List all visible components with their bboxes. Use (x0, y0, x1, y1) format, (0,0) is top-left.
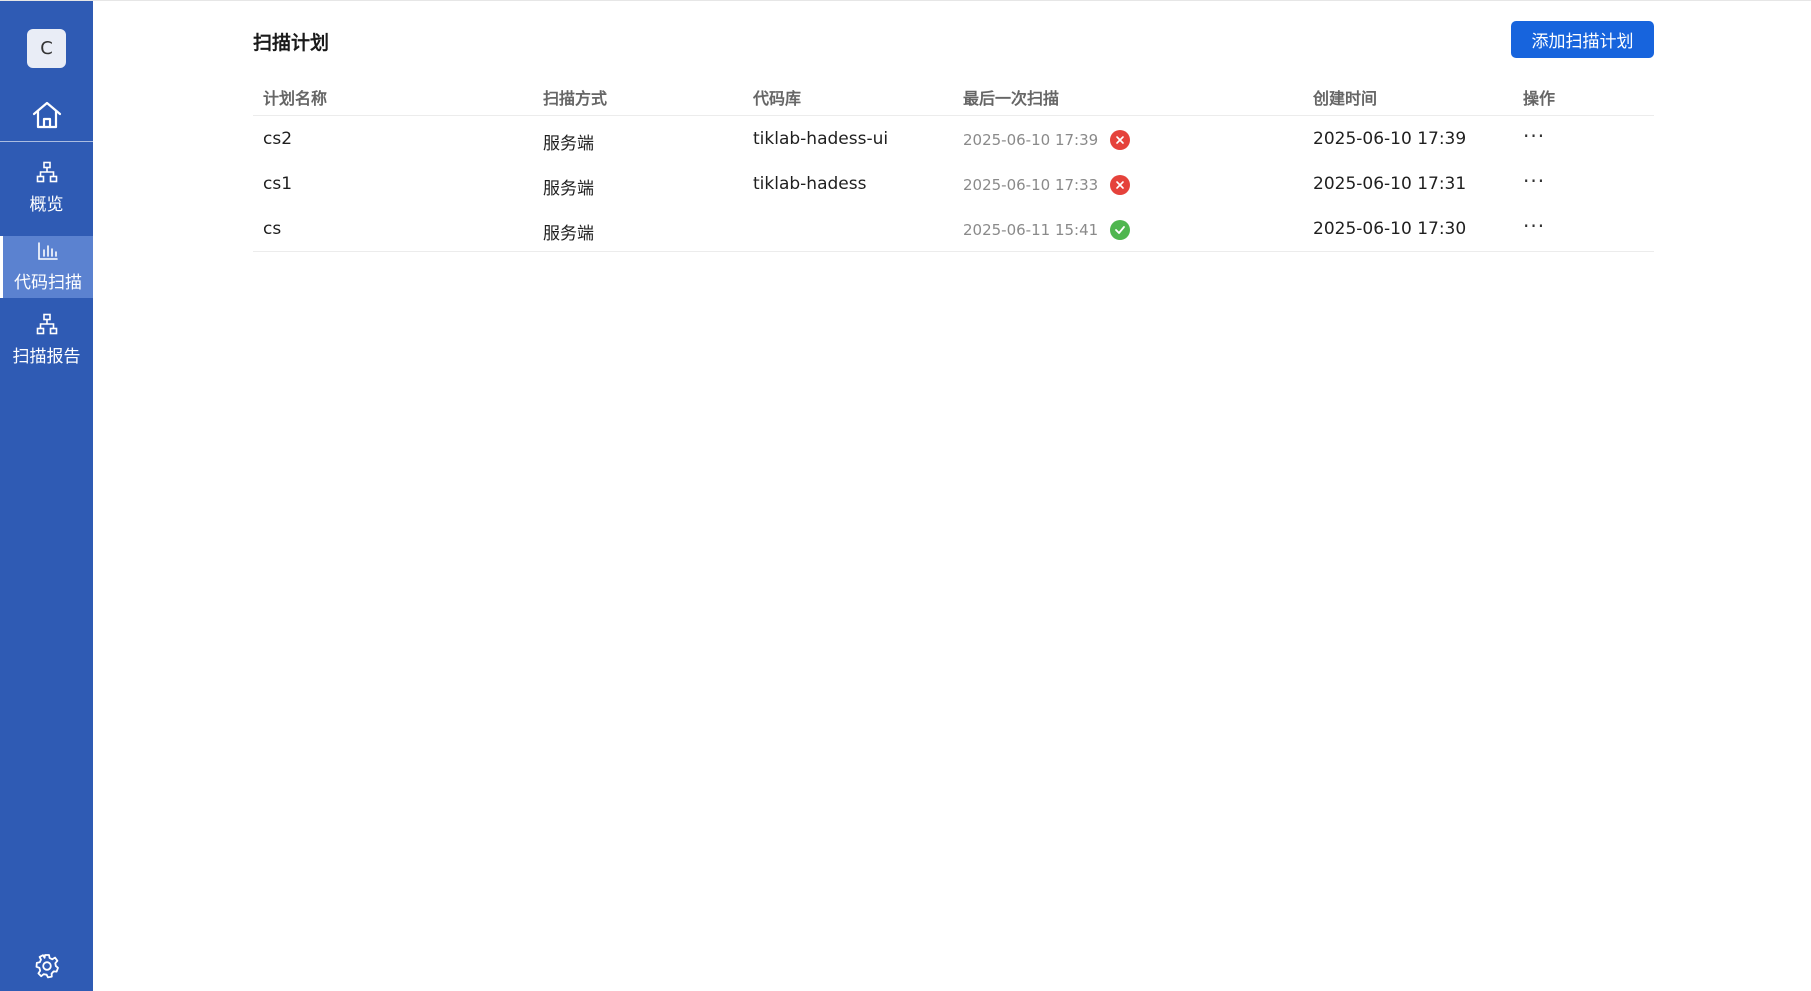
scan-plan-table: 计划名称 扫描方式 代码库 最后一次扫描 创建时间 操作 cs2 服务端 tik… (253, 73, 1654, 252)
scan-method: 服务端 (543, 134, 594, 154)
column-header-method: 扫描方式 (543, 89, 608, 108)
avatar[interactable]: C (27, 29, 66, 68)
last-scan-time: 2025-06-10 17:33 (963, 176, 1099, 194)
sidebar-item-overview[interactable]: 概览 (0, 157, 93, 219)
table-row[interactable]: cs2 服务端 tiklab-hadess-ui 2025-06-10 17:3… (253, 116, 1654, 161)
add-scan-plan-button[interactable]: 添加扫描计划 (1511, 21, 1654, 58)
column-header-name: 计划名称 (263, 89, 328, 108)
sidebar-item-scan-report[interactable]: 扫描报告 (0, 309, 93, 371)
table-header: 计划名称 扫描方式 代码库 最后一次扫描 创建时间 操作 (253, 73, 1654, 116)
created-time: 2025-06-10 17:39 (1313, 129, 1467, 149)
sidebar: C 概览 代码扫描 扫描报告 (0, 1, 93, 991)
column-header-last-scan: 最后一次扫描 (963, 89, 1060, 108)
last-scan-time: 2025-06-10 17:39 (963, 131, 1099, 149)
more-actions-icon[interactable]: ··· (1523, 214, 1545, 238)
created-time: 2025-06-10 17:30 (1313, 219, 1467, 239)
table-row[interactable]: cs1 服务端 tiklab-hadess 2025-06-10 17:33 2… (253, 161, 1654, 206)
sidebar-item-label: 扫描报告 (12, 347, 81, 367)
column-header-repo: 代码库 (753, 89, 802, 108)
plan-name[interactable]: cs (263, 219, 281, 239)
table-row[interactable]: cs 服务端 2025-06-11 15:41 2025-06-10 17:30… (253, 206, 1654, 252)
last-scan-time: 2025-06-11 15:41 (963, 221, 1099, 239)
page-title: 扫描计划 (253, 32, 330, 54)
column-header-action: 操作 (1523, 89, 1556, 108)
home-button[interactable] (0, 93, 93, 141)
failed-status-icon (1110, 130, 1131, 150)
last-scan: 2025-06-11 15:41 (963, 220, 1131, 240)
plan-name[interactable]: cs1 (263, 174, 292, 194)
success-status-icon (1110, 220, 1131, 240)
more-actions-icon[interactable]: ··· (1523, 124, 1545, 148)
created-time: 2025-06-10 17:31 (1313, 174, 1467, 194)
failed-status-icon (1110, 175, 1131, 195)
sidebar-divider (0, 141, 93, 142)
bar-chart-icon (37, 241, 59, 265)
home-icon (31, 100, 63, 134)
more-actions-icon[interactable]: ··· (1523, 169, 1545, 193)
gear-icon (34, 953, 60, 983)
sitemap-icon (36, 313, 58, 339)
repo-name: tiklab-hadess (753, 174, 867, 194)
sidebar-item-label: 概览 (29, 195, 64, 215)
repo-name: tiklab-hadess-ui (753, 129, 889, 149)
app-window: C 概览 代码扫描 扫描报告 扫描计划 添加扫描计划 计划名称 扫描方式 代码库… (0, 0, 1811, 991)
last-scan: 2025-06-10 17:33 (963, 175, 1131, 195)
settings-button[interactable] (0, 951, 93, 985)
sidebar-item-label: 代码扫描 (14, 273, 82, 293)
sitemap-icon (36, 161, 58, 187)
scan-method: 服务端 (543, 179, 594, 199)
scan-method: 服务端 (543, 224, 594, 244)
last-scan: 2025-06-10 17:39 (963, 130, 1131, 150)
column-header-created: 创建时间 (1313, 89, 1378, 108)
sidebar-item-code-scan[interactable]: 代码扫描 (0, 236, 93, 298)
plan-name[interactable]: cs2 (263, 129, 292, 149)
